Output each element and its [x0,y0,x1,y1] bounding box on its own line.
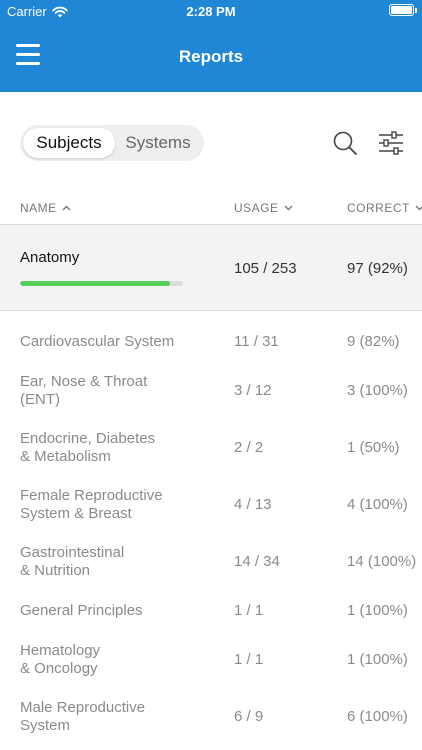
progress-bar-fill [20,281,170,286]
subject-name: Female Reproductive System & Breast [20,487,220,523]
subject-name-line: General Principles [20,602,143,619]
subject-name: Male Reproductive System [20,699,220,735]
highlighted-correct: 97 (92%) [347,260,408,277]
correct-value: 1 (100%) [347,651,408,668]
table-row[interactable]: Male Reproductive System 6 / 9 6 (100%) [0,699,422,739]
column-header-usage[interactable]: USAGE [234,201,293,215]
status-bar: Carrier 2:28 PM [0,0,422,22]
subject-name: Hematology & Oncology [20,642,220,678]
progress-bar [20,281,183,286]
subject-name-line: & Oncology [20,660,98,677]
search-icon[interactable] [332,130,358,156]
usage-value: 11 / 31 [234,333,279,350]
subject-name: Endocrine, Diabetes & Metabolism [20,430,220,466]
subject-name-line: Hematology [20,642,101,659]
navigation-bar: Carrier 2:28 PM Reports [0,0,422,92]
subject-name: Ear, Nose & Throat (ENT) [20,373,220,409]
correct-value: 3 (100%) [347,382,408,399]
subject-name: Gastrointestinal & Nutrition [20,544,220,580]
subject-name-line: & Metabolism [20,448,111,465]
subject-name-line: Cardiovascular System [20,333,175,350]
battery-icon [389,4,417,16]
usage-value: 3 / 12 [234,382,272,399]
highlighted-subject-name: Anatomy [20,249,80,266]
correct-value: 1 (50%) [347,439,400,456]
correct-value: 4 (100%) [347,496,408,513]
column-header-name[interactable]: NAME [20,201,71,215]
subjects-systems-toggle: Subjects Systems [20,125,204,161]
subject-name-line: Gastrointestinal [20,544,125,561]
usage-value: 2 / 2 [234,439,264,456]
table-row[interactable]: General Principles 1 / 1 1 (100%) [0,602,422,626]
column-usage-label: USAGE [234,201,279,215]
tab-subjects[interactable]: Subjects [23,128,115,158]
status-time: 2:28 PM [186,4,236,19]
subject-name-line: Female Reproductive [20,487,163,504]
subject-name-line: Ear, Nose & Throat [20,373,148,390]
correct-value: 14 (100%) [347,553,417,570]
table-row[interactable]: Gastrointestinal & Nutrition 14 / 34 14 (10… [0,544,422,584]
column-correct-label: CORRECT [347,201,410,215]
highlighted-usage: 105 / 253 [234,260,297,277]
subject-name-line: Endocrine, Diabetes [20,430,156,447]
filter-sliders-icon[interactable] [378,130,404,156]
page-title: Reports [178,47,244,66]
subject-name-line: System [20,717,71,734]
subject-name-line: System & Breast [20,505,132,522]
subject-name: Cardiovascular System [20,333,220,351]
subject-name-line: (ENT) [20,391,60,408]
table-row[interactable]: Endocrine, Diabetes & Metabolism 2 / 2 1 (5… [0,430,422,470]
column-name-label: NAME [20,201,57,215]
table-row[interactable]: Female Reproductive System & Breast 4 / 13… [0,487,422,527]
table-row[interactable]: Hematology & Oncology 1 / 1 1 (100%) [0,642,422,682]
table-row[interactable]: Cardiovascular System 11 / 31 9 (82%) [0,333,422,357]
correct-value: 1 (100%) [347,602,408,619]
correct-value: 6 (100%) [347,708,408,725]
correct-value: 9 (82%) [347,333,400,350]
usage-value: 14 / 34 [234,553,280,570]
usage-value: 6 / 9 [234,708,264,725]
chevron-down-icon [284,205,293,211]
chevron-up-icon [62,205,71,211]
usage-value: 4 / 13 [234,496,272,513]
subject-name: General Principles [20,602,220,620]
usage-value: 1 / 1 [234,602,264,619]
subject-name-line: & Nutrition [20,562,91,579]
table-row[interactable]: Ear, Nose & Throat (ENT) 3 / 12 3 (100%) [0,373,422,413]
chevron-down-icon [415,205,422,211]
tab-systems[interactable]: Systems [115,128,201,158]
column-header-correct[interactable]: CORRECT [347,201,422,215]
usage-value: 1 / 1 [234,651,264,668]
subject-name-line: Male Reproductive [20,699,146,716]
